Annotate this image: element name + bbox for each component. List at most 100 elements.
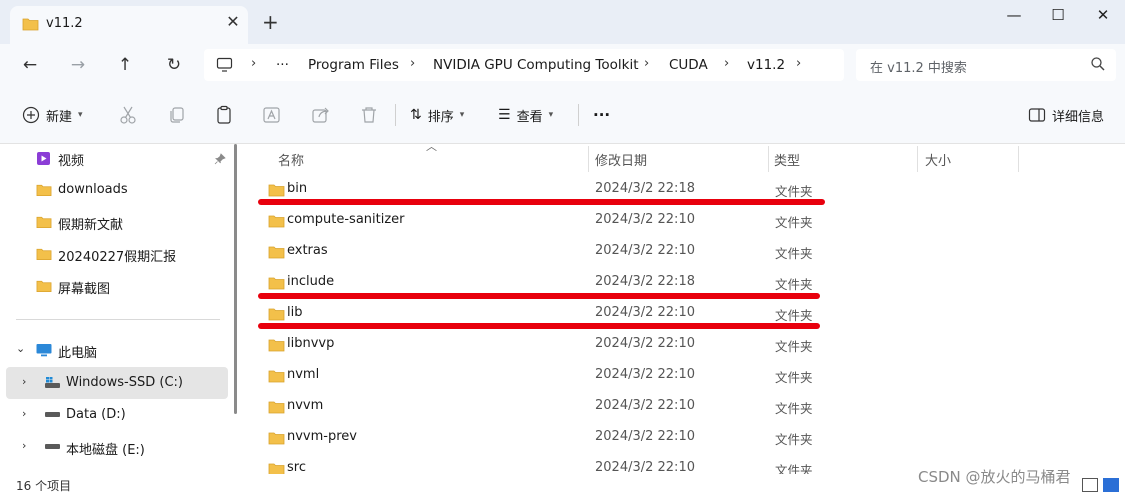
sidebar-item-holiday-papers[interactable]: 假期新文献	[0, 208, 230, 236]
close-button[interactable]: ✕	[1083, 6, 1123, 26]
breadcrumb-separator: ›	[410, 56, 416, 71]
breadcrumb-cuda[interactable]: CUDA	[669, 57, 708, 73]
view-label: 查看	[516, 109, 543, 125]
new-tab-button[interactable]: +	[262, 10, 279, 34]
file-modified-date: 2024/3/2 22:10	[595, 398, 695, 413]
drive-icon	[45, 444, 60, 449]
share-icon[interactable]	[310, 104, 332, 126]
file-type: 文件夹	[775, 370, 813, 385]
folder-icon	[22, 18, 39, 31]
maximize-button[interactable]: ☐	[1038, 6, 1078, 26]
table-row[interactable]: libnvvp 2024/3/2 22:10 文件夹	[246, 329, 1125, 360]
sidebar-item-downloads[interactable]: downloads	[0, 176, 230, 204]
title-bar: v11.2 ✕ + — ☐ ✕	[0, 0, 1125, 44]
folder-icon	[268, 184, 285, 197]
sidebar-item-this-pc[interactable]: ⌄ 此电脑	[0, 336, 230, 364]
table-row[interactable]: nvml 2024/3/2 22:10 文件夹	[246, 360, 1125, 391]
details-label: 详细信息	[1052, 109, 1105, 125]
new-button[interactable]: 新建 ▾	[22, 104, 83, 126]
search-icon[interactable]	[1090, 56, 1106, 72]
up-arrow-icon[interactable]: ↑	[113, 53, 137, 77]
cut-icon[interactable]	[117, 104, 139, 126]
tiles-view-icon[interactable]	[1103, 478, 1119, 492]
file-name: src	[287, 460, 306, 475]
breadcrumb-separator: ›	[251, 56, 257, 71]
item-count: 16 个项目	[16, 479, 72, 493]
sidebar-item-screenshots[interactable]: 屏幕截图	[0, 272, 230, 300]
file-name: bin	[287, 181, 308, 196]
details-pane-icon	[1028, 108, 1046, 122]
breadcrumb-nvidia-toolkit[interactable]: NVIDIA GPU Computing Toolkit	[433, 57, 639, 73]
column-divider[interactable]	[917, 146, 918, 172]
breadcrumb-separator: ›	[644, 56, 650, 71]
table-row[interactable]: nvvm-prev 2024/3/2 22:10 文件夹	[246, 422, 1125, 453]
sidebar-item-videos[interactable]: 视频	[0, 144, 230, 172]
sidebar-item-label: Data (D:)	[66, 407, 126, 422]
folder-icon	[268, 370, 285, 383]
tab-v11-2[interactable]: v11.2 ✕	[10, 6, 248, 44]
breadcrumb-program-files[interactable]: Program Files	[308, 57, 399, 73]
plus-circle-icon	[22, 106, 40, 124]
folder-icon	[268, 308, 285, 321]
computer-icon	[216, 57, 233, 72]
column-divider[interactable]	[588, 146, 589, 172]
breadcrumb-v11-2[interactable]: v11.2	[747, 57, 785, 73]
watermark: CSDN @放火的马桶君	[918, 468, 1071, 486]
windows-drive-icon	[45, 377, 60, 388]
minimize-button[interactable]: —	[994, 6, 1034, 26]
file-modified-date: 2024/3/2 22:10	[595, 305, 695, 320]
sidebar-item-drive-e[interactable]: › 本地磁盘 (E:)	[0, 433, 230, 461]
view-button[interactable]: ☰ 查看 ▾	[498, 104, 553, 126]
more-options-button[interactable]: ···	[593, 104, 610, 126]
delete-icon[interactable]	[358, 104, 380, 126]
file-name: nvvm	[287, 398, 324, 413]
rename-icon[interactable]	[261, 104, 283, 126]
chevron-down-icon[interactable]: ⌄	[16, 342, 25, 355]
sort-button[interactable]: ⇅ 排序 ▾	[410, 104, 464, 126]
sort-icon: ⇅	[410, 107, 422, 123]
sidebar-item-drive-d[interactable]: › Data (D:)	[0, 401, 230, 429]
table-row[interactable]: extras 2024/3/2 22:10 文件夹	[246, 236, 1125, 267]
annotation-underline	[258, 293, 820, 299]
column-header-type[interactable]: 类型	[774, 150, 800, 169]
details-view-icon[interactable]	[1082, 478, 1098, 492]
sidebar-item-drive-c[interactable]: › Windows-SSD (C:)	[0, 369, 230, 397]
forward-arrow-icon[interactable]: →	[66, 53, 90, 77]
file-name: include	[287, 274, 335, 289]
pin-icon[interactable]	[214, 153, 226, 165]
details-pane-button[interactable]: 详细信息	[1028, 104, 1104, 126]
sidebar-item-label: 本地磁盘 (E:)	[66, 443, 145, 458]
breadcrumb-overflow[interactable]: ···	[276, 57, 289, 73]
table-row[interactable]: compute-sanitizer 2024/3/2 22:10 文件夹	[246, 205, 1125, 236]
copy-icon[interactable]	[166, 104, 188, 126]
folder-icon	[36, 216, 52, 229]
sidebar-item-label: 20240227假期汇报	[58, 250, 177, 265]
file-name: libnvvp	[287, 336, 335, 351]
breadcrumb-separator: ›	[724, 56, 730, 71]
back-arrow-icon[interactable]: ←	[18, 53, 42, 77]
sidebar-item-holiday-report[interactable]: 20240227假期汇报	[0, 240, 230, 268]
table-row[interactable]: nvvm 2024/3/2 22:10 文件夹	[246, 391, 1125, 422]
folder-icon	[268, 277, 285, 290]
paste-icon[interactable]	[213, 104, 235, 126]
column-header-name[interactable]: 名称	[278, 150, 304, 169]
navigation-pane: 视频 downloads 假期新文献 20240227假期汇报 屏幕截图 ⌄ 此…	[0, 144, 240, 474]
column-header-size[interactable]: 大小	[925, 150, 951, 169]
computer-icon	[36, 344, 52, 357]
file-type: 文件夹	[775, 277, 813, 292]
search-input[interactable]: 在 v11.2 中搜索	[856, 49, 1116, 81]
chevron-right-icon[interactable]: ›	[22, 439, 26, 452]
refresh-icon[interactable]: ↻	[162, 53, 186, 77]
drive-icon	[45, 412, 60, 417]
folder-icon	[268, 215, 285, 228]
sidebar-item-label: downloads	[58, 182, 128, 197]
file-type: 文件夹	[775, 184, 813, 199]
chevron-right-icon[interactable]: ›	[22, 407, 26, 420]
column-divider[interactable]	[1018, 146, 1019, 172]
tab-close-icon[interactable]: ✕	[222, 12, 244, 31]
column-divider[interactable]	[768, 146, 769, 172]
address-bar[interactable]: › ··· Program Files › NVIDIA GPU Computi…	[204, 49, 844, 81]
chevron-right-icon[interactable]: ›	[22, 375, 26, 388]
column-header-modified[interactable]: 修改日期	[595, 150, 647, 169]
sidebar-scrollbar[interactable]	[234, 144, 237, 414]
